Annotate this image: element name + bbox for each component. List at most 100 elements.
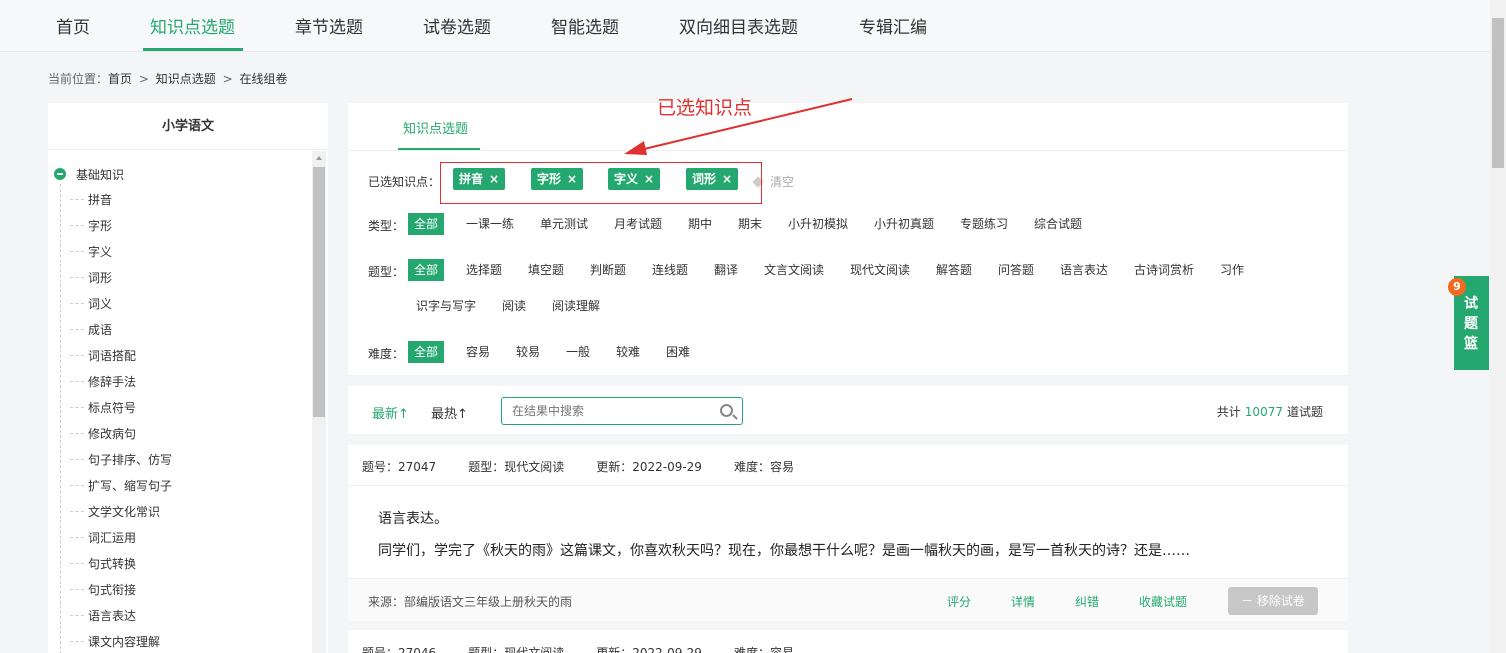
nav-item-smart[interactable]: 智能选题 — [551, 17, 619, 39]
sort-bar: 最新↑ 最热↑ 共计10077道试题 — [348, 386, 1348, 434]
tree-node[interactable]: 词义 — [70, 295, 112, 312]
tree-node[interactable]: 字义 — [70, 243, 112, 260]
tree-node[interactable]: 扩写、缩写句子 — [70, 477, 172, 494]
type-option[interactable]: 期末 — [738, 214, 762, 234]
type-option[interactable]: 综合试题 — [1034, 214, 1082, 234]
divider — [348, 485, 1348, 486]
breadcrumb-home[interactable]: 首页 — [108, 72, 132, 86]
question-type-option[interactable]: 古诗词赏析 — [1134, 260, 1194, 280]
type-option[interactable]: 单元测试 — [540, 214, 588, 234]
tree-connector — [70, 381, 84, 382]
question-body[interactable]: 同学们，学完了《秋天的雨》这篇课文，你喜欢秋天吗？现在，你最想干什么呢？是画一幅… — [378, 540, 1190, 560]
question-title: 语言表达。 — [378, 511, 448, 527]
annotation-highlight-box — [440, 162, 762, 204]
question-type-option[interactable]: 阅读 — [502, 296, 526, 316]
tab-knowledge-point[interactable]: 知识点选题 — [403, 118, 468, 137]
tree-node[interactable]: 句子排序、仿写 — [70, 451, 172, 468]
report-error-button[interactable]: 纠错 — [1075, 593, 1099, 610]
question-type-option[interactable]: 现代文阅读 — [850, 260, 910, 280]
nav-item-two-way-table[interactable]: 双向细目表选题 — [679, 17, 798, 39]
total-number: 10077 — [1244, 405, 1283, 419]
nav-item-paper[interactable]: 试卷选题 — [423, 17, 491, 39]
difficulty-option[interactable]: 全部 — [408, 341, 445, 363]
tree-node[interactable]: 修改病句 — [70, 425, 136, 442]
tree-node[interactable]: 词语搭配 — [70, 347, 136, 364]
type-option[interactable]: 专题练习 — [960, 214, 1008, 234]
tree-node[interactable]: 修辞手法 — [70, 373, 136, 390]
sort-newest-button[interactable]: 最新↑ — [372, 403, 409, 422]
question-type-option[interactable]: 判断题 — [590, 260, 626, 280]
tree-root-basic-knowledge[interactable]: 基础知识 — [54, 165, 124, 183]
collapse-icon[interactable] — [54, 168, 66, 180]
type-option[interactable]: 月考试题 — [614, 214, 662, 234]
question-meta: 题号：27046 题型：现代文阅读 更新：2022-09-29 难度：容易 — [362, 644, 826, 653]
tree-node[interactable]: 成语 — [70, 321, 112, 338]
clear-label: 清空 — [770, 175, 795, 189]
nav-item-home[interactable]: 首页 — [56, 17, 90, 39]
tree-guide-line — [60, 184, 61, 653]
tree-scrollbar-thumb[interactable] — [313, 167, 325, 417]
question-type-option[interactable]: 问答题 — [998, 260, 1034, 280]
tree-node[interactable]: 词形 — [70, 269, 112, 286]
nav-item-knowledge-point[interactable]: 知识点选题 — [150, 17, 235, 39]
basket-label: 试题篮 — [1464, 296, 1478, 352]
selected-points-label: 已选知识点： — [368, 175, 441, 189]
question-type-option[interactable]: 翻译 — [714, 260, 738, 280]
tree-node[interactable]: 字形 — [70, 217, 112, 234]
tree-connector — [70, 641, 84, 642]
tree-node-label: 课文内容理解 — [88, 635, 161, 649]
nav-item-chapter[interactable]: 章节选题 — [295, 17, 363, 39]
breadcrumb-knowledge[interactable]: 知识点选题 — [156, 72, 216, 86]
tree-node[interactable]: 句式衔接 — [70, 581, 136, 598]
difficulty-option[interactable]: 困难 — [666, 342, 690, 362]
search-input[interactable] — [502, 398, 702, 424]
type-option[interactable]: 期中 — [688, 214, 712, 234]
question-type: 题型：现代文阅读 — [468, 460, 565, 474]
difficulty-option[interactable]: 一般 — [566, 342, 590, 362]
difficulty-option[interactable]: 容易 — [466, 342, 490, 362]
tree-node[interactable]: 文学文化常识 — [70, 503, 160, 520]
question-type-option[interactable]: 选择题 — [466, 260, 502, 280]
type-option[interactable]: 一课一练 — [466, 214, 514, 234]
question-type-option[interactable]: 连线题 — [652, 260, 688, 280]
breadcrumb-separator: > — [138, 72, 149, 86]
question-type-option[interactable]: 文言文阅读 — [764, 260, 824, 280]
difficulty-option[interactable]: 较难 — [616, 342, 640, 362]
tree-node[interactable]: 语言表达 — [70, 607, 136, 624]
question-type-option[interactable]: 填空题 — [528, 260, 564, 280]
type-option[interactable]: 小升初模拟 — [788, 214, 848, 234]
question-type-option[interactable]: 阅读理解 — [552, 296, 600, 316]
knowledge-tree: 基础知识 拼音字形字义词形词义成语词语搭配修辞手法标点符号修改病句句子排序、仿写… — [48, 151, 310, 653]
nav-item-album[interactable]: 专辑汇编 — [859, 17, 927, 39]
tree-connector — [70, 589, 84, 590]
question-type-option[interactable]: 全部 — [408, 259, 445, 281]
search-icon[interactable] — [720, 404, 733, 417]
tree-node[interactable]: 课文内容理解 — [70, 633, 160, 650]
question-type-option[interactable]: 解答题 — [936, 260, 972, 280]
difficulty-label: 难度： — [368, 347, 405, 361]
question-type-option[interactable]: 识字与写字 — [416, 296, 476, 316]
favorite-button[interactable]: 收藏试题 — [1139, 593, 1187, 610]
type-option[interactable]: 全部 — [408, 213, 445, 235]
sort-hottest-button[interactable]: 最热↑ — [431, 403, 468, 422]
nav-active-underline — [143, 48, 243, 51]
tree-node[interactable]: 词汇运用 — [70, 529, 136, 546]
tree-node[interactable]: 句式转换 — [70, 555, 136, 572]
scroll-up-arrow-icon[interactable] — [316, 156, 322, 160]
difficulty-option[interactable]: 较易 — [516, 342, 540, 362]
tree-node-label: 字义 — [88, 245, 113, 259]
question-basket-button[interactable]: 9 试题篮 — [1448, 276, 1489, 370]
tree-node[interactable]: 拼音 — [70, 191, 112, 208]
tree-node-label: 文学文化常识 — [88, 505, 161, 519]
remove-from-paper-button[interactable]: － 移除试卷 — [1228, 587, 1318, 615]
question-type-option[interactable]: 习作 — [1220, 260, 1244, 280]
details-button[interactable]: 详情 — [1011, 593, 1035, 610]
tree-scrollbar[interactable] — [312, 151, 326, 653]
question-type-option[interactable]: 语言表达 — [1060, 260, 1108, 280]
tree-node[interactable]: 标点符号 — [70, 399, 136, 416]
page-scrollbar[interactable] — [1490, 0, 1506, 653]
tree-connector — [70, 615, 84, 616]
rate-button[interactable]: 评分 — [947, 593, 971, 610]
page-scrollbar-thumb[interactable] — [1492, 18, 1504, 168]
type-option[interactable]: 小升初真题 — [874, 214, 934, 234]
